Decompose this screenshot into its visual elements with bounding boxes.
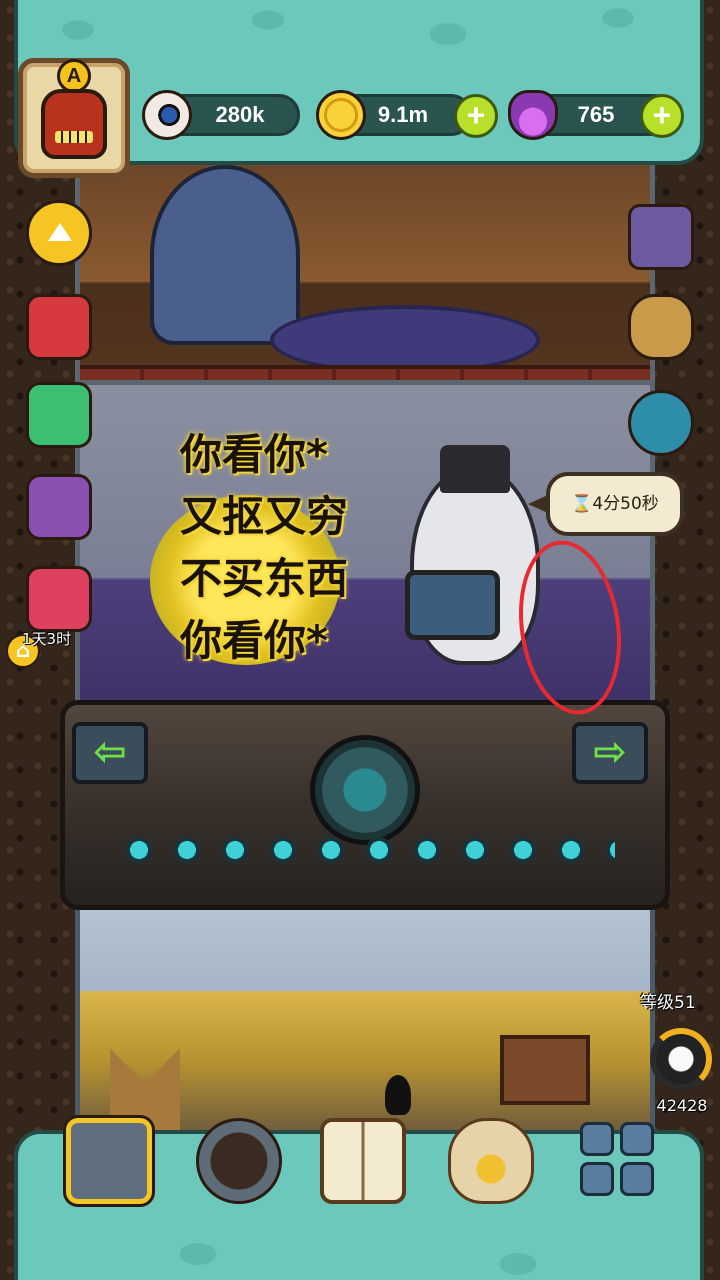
avatar-teeth <box>55 131 93 143</box>
menu-grid-button[interactable] <box>576 1118 662 1204</box>
backpack-icon[interactable] <box>628 294 694 360</box>
coins-value: 9.1m <box>377 102 429 127</box>
shop-sack-nav-button[interactable] <box>448 1118 534 1204</box>
flour-crate[interactable] <box>500 1035 590 1105</box>
tower-nav-button[interactable] <box>66 1118 152 1204</box>
book-nav-button[interactable] <box>320 1118 406 1204</box>
cat-statue <box>150 165 300 345</box>
elevator-hub[interactable] <box>310 735 420 845</box>
rainbow-gift-icon[interactable] <box>26 566 92 632</box>
merchant-display-screen[interactable] <box>405 570 500 640</box>
avatar-grade-badge: A <box>57 59 91 93</box>
caption-line-4: 你看你* <box>180 616 328 665</box>
coin-icon <box>316 90 366 140</box>
next-floor-arrow-icon[interactable]: ⇨ <box>572 722 648 784</box>
grid-cell-icon <box>620 1122 654 1156</box>
tv-ad-icon[interactable] <box>628 204 694 270</box>
previous-floor-arrow-icon[interactable]: ⇦ <box>72 722 148 784</box>
caption-line-1: 你看你* <box>180 430 328 479</box>
wheat-farm-floor[interactable] <box>75 880 655 1140</box>
eye-icon <box>142 90 192 140</box>
monster-nav-button[interactable] <box>196 1118 282 1204</box>
caption-line-2: 又抠又穷 <box>180 492 349 541</box>
potion-icon <box>508 90 558 140</box>
grid-cell-icon <box>580 1122 614 1156</box>
avatar-face <box>41 89 107 159</box>
buy-coins-button[interactable]: + <box>454 94 498 138</box>
merchant-timer-bubble[interactable]: ⌛4分50秒 <box>528 472 684 536</box>
merchant-timer-text: ⌛4分50秒 <box>571 494 659 514</box>
farm-worker[interactable] <box>385 1075 411 1115</box>
gift-timer: 1天3时 <box>22 630 72 648</box>
berry-crate-icon[interactable] <box>26 382 92 448</box>
level-progress-ring[interactable] <box>650 1028 712 1090</box>
egg-cluster-icon[interactable] <box>628 390 694 456</box>
monster-count: 42428 <box>656 1096 708 1115</box>
indicator-lights <box>115 835 615 865</box>
player-avatar[interactable]: A <box>18 58 130 178</box>
potions-value: 765 <box>577 102 615 127</box>
scroll-up-button[interactable] <box>26 200 92 266</box>
buy-potions-button[interactable]: + <box>640 94 684 138</box>
eyes-value: 280k <box>215 102 265 127</box>
grid-cell-icon <box>620 1162 654 1196</box>
bubble-tail <box>528 494 550 514</box>
grid-cell-icon <box>580 1162 614 1196</box>
top-hat <box>440 445 510 493</box>
caption-line-3: 不买东西 <box>180 554 349 603</box>
player-level: 等级51 <box>640 993 696 1013</box>
meme-caption: 你看你* 又抠又穷 不买东西 你看你* <box>180 424 380 672</box>
card-pack-icon[interactable] <box>26 474 92 540</box>
gift-box-icon[interactable] <box>26 294 92 360</box>
